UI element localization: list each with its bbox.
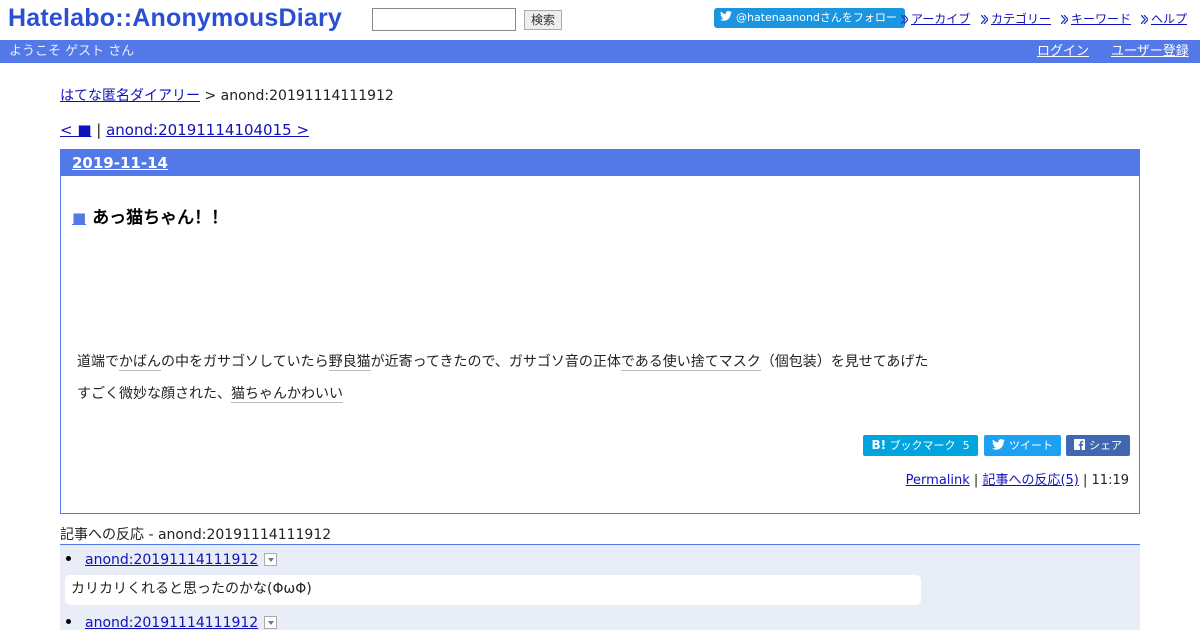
reactions-count-link[interactable]: 記事への反応(5) xyxy=(982,473,1078,488)
nav-link-help[interactable]: ヘルプ xyxy=(1151,12,1187,26)
hatena-bookmark-button[interactable]: B! ブックマーク 5 xyxy=(863,435,978,456)
entry-title-text: あっ猫ちゃん！！ xyxy=(92,208,229,228)
reaction-item-header: anond:20191114111912 xyxy=(66,552,278,568)
diary-entry: 2019-11-14 ■ あっ猫ちゃん！！ 道端でかばんの中をガサゴソしていたら野… xyxy=(60,149,1140,514)
entry-permalink-mark[interactable]: ■ xyxy=(72,209,86,227)
entry-time: 11:19 xyxy=(1091,473,1129,488)
entry-pager: < ■ | anond:20191114104015 > xyxy=(60,121,309,139)
reactions-heading: 記事への反応 - anond:20191114111912 xyxy=(60,527,332,543)
pager-separator: | xyxy=(91,121,107,139)
footer-separator: | xyxy=(1078,473,1092,488)
hatena-bookmark-label: ブックマーク xyxy=(889,439,956,452)
hatena-bookmark-icon: B! xyxy=(871,438,887,452)
reaction-item-header: anond:20191114111912 xyxy=(66,615,278,630)
keyword-link[interactable]: かばん xyxy=(119,354,161,371)
arrow-icon xyxy=(901,15,908,24)
register-link[interactable]: ユーザー登録 xyxy=(1111,40,1189,63)
search-input[interactable] xyxy=(372,8,516,31)
facebook-icon xyxy=(1074,436,1085,457)
twitter-bird-icon xyxy=(720,8,732,28)
bullet-icon xyxy=(66,619,71,624)
permalink-link[interactable]: Permalink xyxy=(906,473,970,488)
next-entry-link[interactable]: anond:20191114104015 > xyxy=(106,121,309,139)
reactions-list: anond:20191114111912 カリカリくれると思ったのかな(ΦωΦ)… xyxy=(60,545,1140,630)
twitter-bird-icon xyxy=(992,436,1005,457)
search-button[interactable]: 検索 xyxy=(524,10,562,30)
body-text: 道端で xyxy=(77,354,119,370)
nav-link-archive[interactable]: アーカイブ xyxy=(911,12,970,26)
entry-body-line-1: 道端でかばんの中をガサゴソしていたら野良猫が近寄ってきたので、ガサゴソ音の正体で… xyxy=(77,351,928,371)
prev-entry-link[interactable]: < ■ xyxy=(60,121,92,139)
breadcrumb: はてな匿名ダイアリー > anond:20191114111912 xyxy=(60,85,394,105)
bullet-icon xyxy=(66,556,71,561)
welcome-bar: ようこそ ゲスト さん ログイン ユーザー登録 xyxy=(0,40,1200,63)
entry-title: ■ あっ猫ちゃん！！ xyxy=(72,203,228,228)
arrow-icon xyxy=(981,15,988,24)
arrow-icon xyxy=(1141,15,1148,24)
keyword-link[interactable]: である使い捨てマスク xyxy=(620,354,761,371)
reaction-link[interactable]: anond:20191114111912 xyxy=(85,552,258,568)
entry-footer: Permalink | 記事への反応(5) | 11:19 xyxy=(906,469,1129,488)
breadcrumb-home-link[interactable]: はてな匿名ダイアリー xyxy=(60,88,200,104)
tweet-label: ツイート xyxy=(1009,439,1053,452)
footer-separator: | xyxy=(969,473,983,488)
breadcrumb-separator: > xyxy=(200,88,221,104)
logo-separator: :: xyxy=(115,4,133,32)
logo-text-left: Hatelabo xyxy=(8,4,116,32)
facebook-share-button[interactable]: シェア xyxy=(1066,435,1130,456)
login-link[interactable]: ログイン xyxy=(1037,40,1089,63)
hatena-bookmark-count: 5 xyxy=(962,439,970,452)
reaction-excerpt: カリカリくれると思ったのかな(ΦωΦ) xyxy=(65,575,921,605)
keyword-link[interactable]: 猫ちゃんかわいい xyxy=(231,386,343,403)
dropdown-toggle-icon[interactable] xyxy=(264,616,278,629)
body-text: （個包装）を見せてあげた xyxy=(760,354,929,370)
dropdown-toggle-icon[interactable] xyxy=(264,553,278,566)
site-header: Hatelabo::AnonymousDiary 検索 @hatenaanond… xyxy=(0,0,1200,40)
entry-body-line-2: すごく微妙な顔された、猫ちゃんかわいい xyxy=(77,383,343,403)
nav-item-category[interactable]: カテゴリー xyxy=(981,10,1051,27)
nav-link-keyword[interactable]: キーワード xyxy=(1071,12,1131,26)
entry-date-bar: 2019-11-14 xyxy=(61,150,1139,176)
welcome-greeting: ようこそ ゲスト さん xyxy=(9,44,135,59)
entry-date-link[interactable]: 2019-11-14 xyxy=(72,154,168,172)
breadcrumb-current: anond:20191114111912 xyxy=(220,88,394,104)
arrow-icon xyxy=(1061,15,1068,24)
reaction-link[interactable]: anond:20191114111912 xyxy=(85,615,258,630)
twitter-follow-label: @hatenaanondさんをフォロー xyxy=(736,11,897,24)
facebook-share-label: シェア xyxy=(1089,439,1122,452)
nav-item-archive[interactable]: アーカイブ xyxy=(901,10,970,27)
nav-item-keyword[interactable]: キーワード xyxy=(1061,10,1131,27)
twitter-follow-button[interactable]: @hatenaanondさんをフォロー xyxy=(714,8,905,28)
body-text: すごく微妙な顔された、 xyxy=(77,386,231,402)
nav-item-help[interactable]: ヘルプ xyxy=(1141,10,1187,27)
logo-text-right: AnonymousDiary xyxy=(132,4,343,32)
tweet-button[interactable]: ツイート xyxy=(984,435,1061,456)
site-logo[interactable]: Hatelabo::AnonymousDiary xyxy=(8,4,342,33)
body-text: が近寄ってきたので、ガサゴソ音の正体 xyxy=(370,354,621,370)
body-text: の中をガサゴソしていたら xyxy=(161,354,329,370)
keyword-link[interactable]: 野良猫 xyxy=(328,354,371,371)
nav-link-category[interactable]: カテゴリー xyxy=(991,12,1051,26)
